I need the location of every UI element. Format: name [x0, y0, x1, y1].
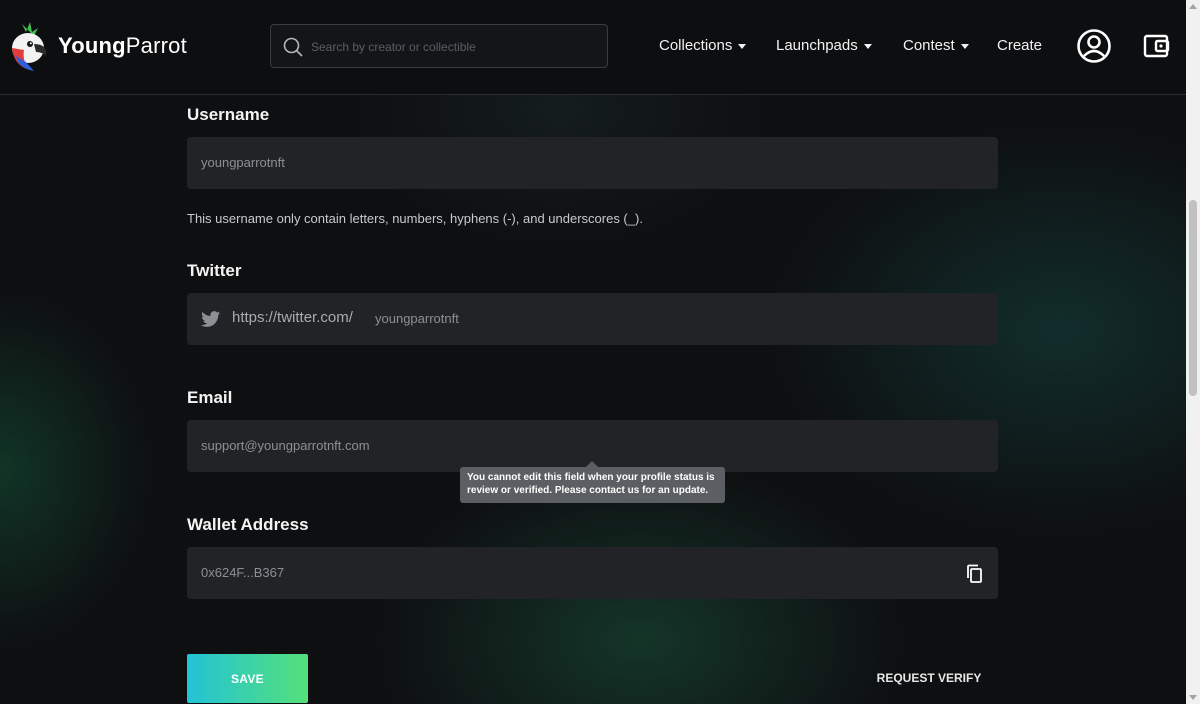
chevron-down-icon [738, 44, 747, 49]
wallet-address-value: 0x624F...B367 [201, 565, 285, 580]
save-button[interactable]: SAVE [187, 654, 308, 703]
chevron-down-icon [863, 44, 872, 49]
nav-contest[interactable]: Contest [903, 37, 969, 54]
twitter-url-prefix: https://twitter.com/ [232, 309, 353, 326]
wallet-icon[interactable] [1143, 33, 1171, 59]
email-value: support@youngparrotnft.com [201, 438, 370, 453]
nav-collections[interactable]: Collections [659, 37, 747, 54]
nav-create[interactable]: Create [997, 37, 1042, 54]
request-verify-button[interactable]: REQUEST VERIFY [870, 668, 988, 688]
scrollbar-thumb[interactable] [1189, 200, 1197, 396]
twitter-handle-value: youngparrotnft [375, 311, 459, 326]
top-header: YoungParrot Collections Launchpads Conte… [0, 0, 1186, 95]
username-value: youngparrotnft [201, 155, 285, 170]
copy-icon[interactable] [966, 564, 984, 584]
wallet-address-label: Wallet Address [187, 515, 309, 534]
scroll-down-arrow-icon[interactable] [1189, 695, 1197, 700]
search-input[interactable] [309, 25, 603, 69]
wallet-address-field: 0x624F...B367 [187, 547, 998, 599]
nav-launchpads[interactable]: Launchpads [776, 37, 872, 54]
username-hint: This username only contain letters, numb… [187, 211, 643, 226]
email-lock-tooltip: You cannot edit this field when your pro… [460, 461, 725, 503]
chevron-down-icon [960, 44, 969, 49]
email-label: Email [187, 388, 233, 407]
search-box [270, 24, 608, 69]
twitter-label: Twitter [187, 261, 242, 280]
user-circle-icon[interactable] [1076, 28, 1112, 64]
brand-name[interactable]: YoungParrot [58, 33, 187, 59]
twitter-field[interactable]: https://twitter.com/ youngparrotnft [187, 293, 998, 345]
search-icon [283, 37, 303, 57]
page-scrollbar[interactable] [1186, 0, 1200, 704]
scroll-up-arrow-icon[interactable] [1189, 4, 1197, 9]
parrot-logo[interactable] [4, 22, 50, 72]
username-label: Username [187, 105, 270, 124]
twitter-icon [201, 311, 221, 327]
username-field[interactable]: youngparrotnft [187, 137, 998, 189]
